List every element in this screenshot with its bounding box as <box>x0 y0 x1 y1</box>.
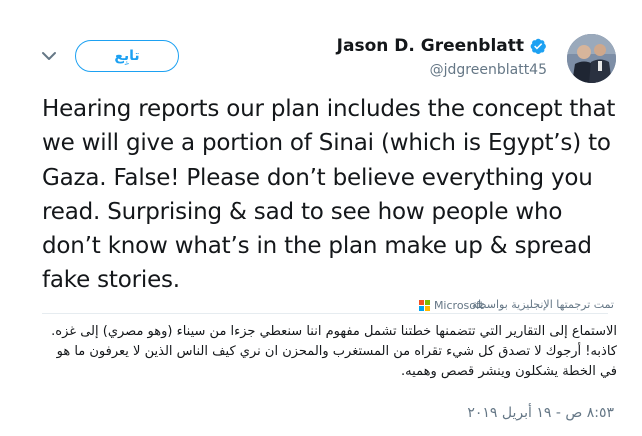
verified-badge-icon <box>530 38 546 54</box>
author-handle[interactable]: @jdgreenblatt45 <box>430 62 547 78</box>
translation-provider[interactable]: Microsoft <box>418 299 484 312</box>
translation-attribution: تمت ترجمتها الإنجليزية بواسطة <box>471 298 614 311</box>
display-name-row[interactable]: Jason D. Greenblatt <box>337 36 547 56</box>
translation-provider-name: Microsoft <box>433 299 484 312</box>
tweet-text: Hearing reports our plan includes the co… <box>42 96 616 294</box>
translated-text: الاستماع إلى التقارير التي تتضمنها خطتنا… <box>51 324 617 379</box>
tweet-header: Jason D. Greenblatt @jdgreenblatt45 تابِ… <box>0 26 642 92</box>
avatar[interactable] <box>567 34 616 83</box>
tweet-card: Jason D. Greenblatt @jdgreenblatt45 تابِ… <box>0 0 642 436</box>
follow-button[interactable]: تابِع <box>75 40 179 72</box>
tweet-timestamp[interactable]: ٨:٥٣ ص - ١٩ أبريل ٢٠١٩ <box>467 405 614 421</box>
author-name[interactable]: Jason D. Greenblatt <box>337 36 524 56</box>
chevron-down-icon[interactable] <box>40 49 58 63</box>
translation-divider <box>42 313 608 314</box>
microsoft-logo-icon <box>418 300 430 311</box>
